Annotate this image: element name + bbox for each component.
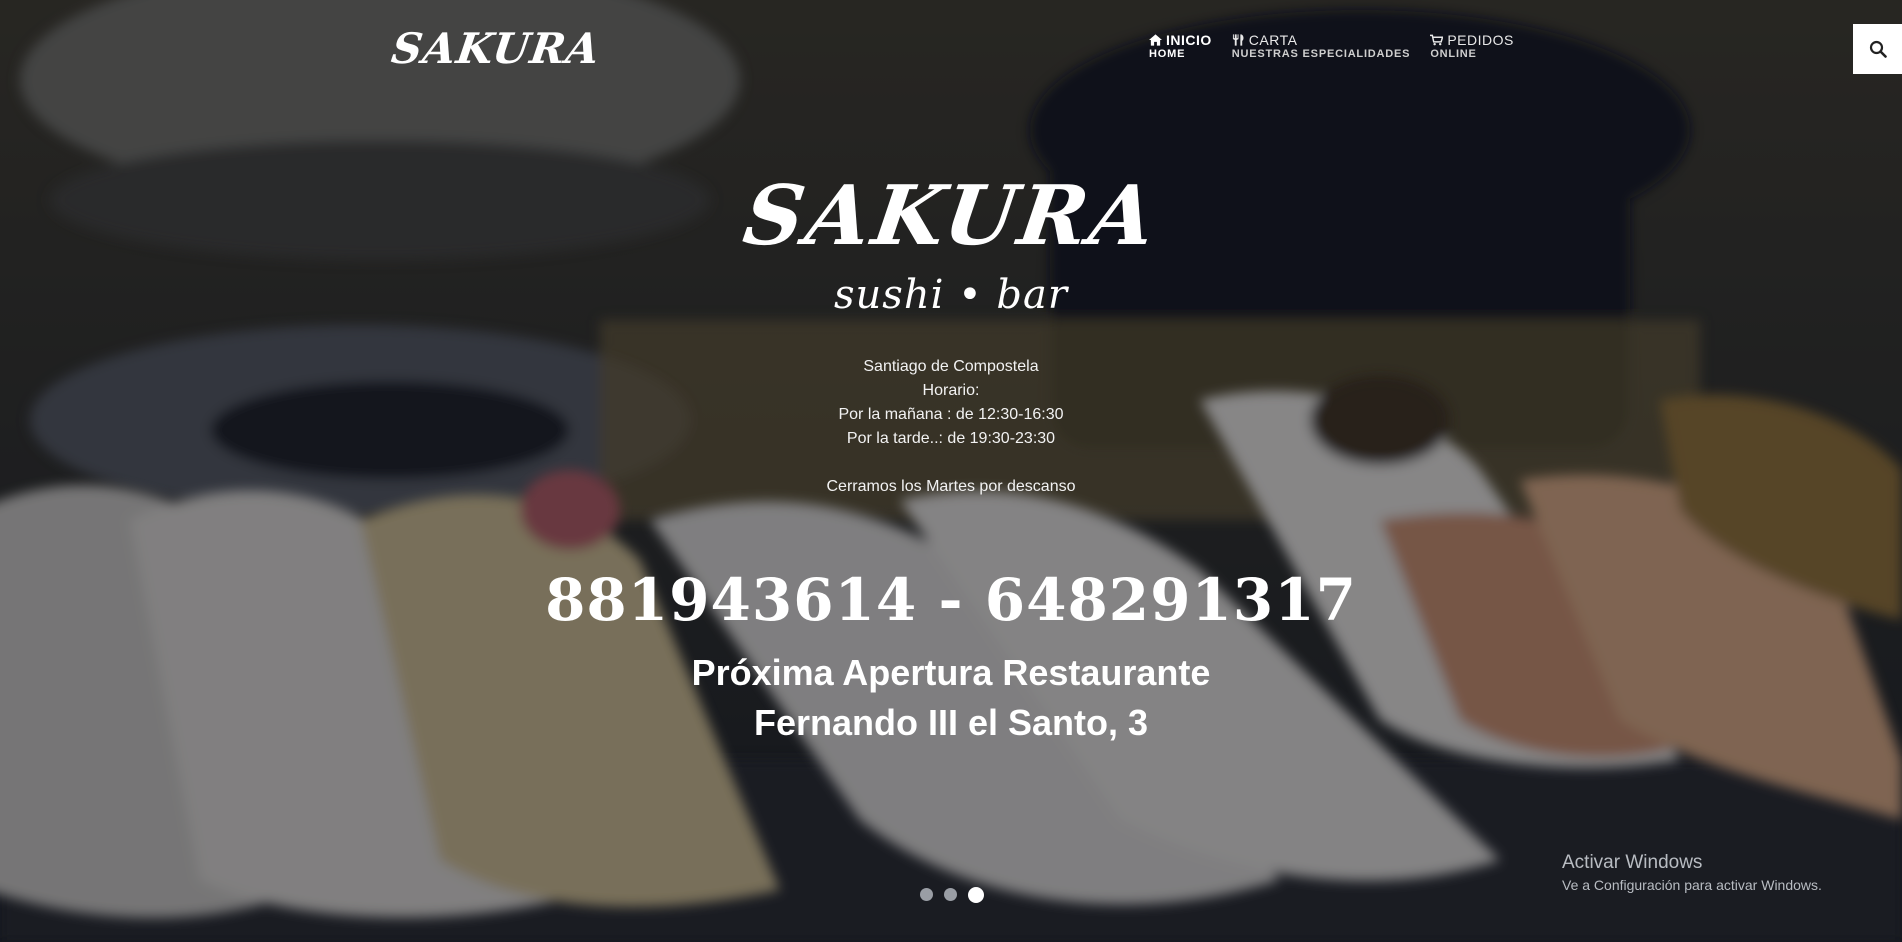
cutlery-icon <box>1232 34 1244 46</box>
watermark-title: Activar Windows <box>1562 852 1703 873</box>
nav-label-pedidos: PEDIDOS <box>1447 32 1514 48</box>
watermark-subtitle: Ve a Configuración para activar Windows. <box>1562 877 1822 893</box>
opening-line-1: Próxima Apertura Restaurante <box>691 652 1211 693</box>
nav-label-inicio: INICIO <box>1166 32 1212 48</box>
slider-dots <box>920 886 984 903</box>
search-button[interactable] <box>1853 24 1902 74</box>
hero-brand-logo: SAKURA <box>738 168 1164 264</box>
info-morning-hours: Por la mañana : de 12:30-16:30 <box>838 406 1064 423</box>
hero-opening-announcement: Próxima Apertura Restaurante Fernando II… <box>0 648 1902 748</box>
home-icon <box>1149 34 1162 46</box>
info-closed-day: Cerramos los Martes por descanso <box>826 478 1076 495</box>
main-nav: INICIO HOME CARTA NUESTRAS ESPECIALIDADE… <box>1149 32 1534 61</box>
slider-dot-3[interactable] <box>968 886 984 903</box>
nav-item-inicio[interactable]: INICIO HOME <box>1149 32 1212 61</box>
slider-dot-1[interactable] <box>920 888 933 901</box>
info-hours-title: Horario: <box>922 382 980 399</box>
nav-sub-especialidades: NUESTRAS ESPECIALIDADES <box>1231 48 1411 61</box>
hero-info: Santiago de Compostela Horario: Por la m… <box>0 355 1902 499</box>
header-logo[interactable]: SAKURA <box>389 24 604 73</box>
nav-sub-home: HOME <box>1149 48 1186 61</box>
info-city: Santiago de Compostela <box>863 358 1039 375</box>
opening-line-2: Fernando III el Santo, 3 <box>753 702 1149 743</box>
nav-sub-online: ONLINE <box>1430 48 1477 61</box>
hero-tagline: sushi • bar <box>834 272 1068 318</box>
nav-item-pedidos[interactable]: PEDIDOS ONLINE <box>1430 32 1514 61</box>
nav-label-carta: CARTA <box>1248 32 1298 48</box>
windows-activation-watermark: Activar Windows Ve a Configuración para … <box>1562 852 1822 893</box>
hero-phone-numbers: 881943614 - 648291317 <box>545 566 1357 634</box>
info-afternoon-hours: Por la tarde..: de 19:30-23:30 <box>846 430 1056 447</box>
search-icon <box>1869 40 1887 58</box>
cart-icon <box>1430 34 1444 46</box>
slider-dot-2[interactable] <box>944 888 957 901</box>
nav-item-carta[interactable]: CARTA NUESTRAS ESPECIALIDADES <box>1232 32 1411 61</box>
